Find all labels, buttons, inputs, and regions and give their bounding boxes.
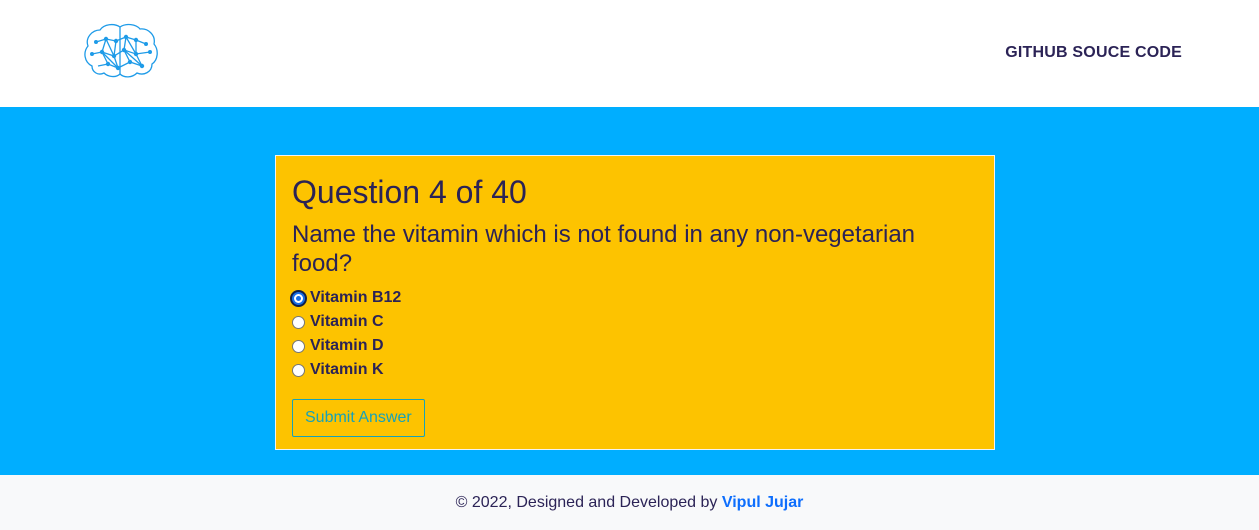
option-label: Vitamin B12 (310, 289, 402, 306)
site-header: GITHUB SOUCE CODE (0, 0, 1259, 107)
github-source-code-link[interactable]: GITHUB SOUCE CODE (1005, 44, 1182, 62)
submit-answer-button[interactable]: Submit Answer (292, 399, 425, 437)
quiz-card: Question 4 of 40 Name the vitamin which … (275, 155, 995, 450)
option-vitamin-d[interactable]: Vitamin D (292, 334, 978, 358)
answer-options: Vitamin B12 Vitamin C Vitamin D Vitamin … (292, 286, 978, 382)
option-vitamin-b12[interactable]: Vitamin B12 (292, 286, 978, 310)
option-label: Vitamin K (310, 361, 384, 378)
radio-button-selected[interactable] (292, 291, 305, 305)
question-counter: Question 4 of 40 (292, 174, 527, 210)
copyright-text: © 2022, Designed and Developed by (455, 494, 718, 511)
site-footer: © 2022, Designed and Developed by Vipul … (0, 475, 1259, 530)
option-label: Vitamin D (310, 337, 384, 354)
option-vitamin-c[interactable]: Vitamin C (292, 310, 978, 334)
author-link[interactable]: Vipul Jujar (722, 494, 804, 511)
question-text: Name the vitamin which is not found in a… (292, 221, 916, 277)
brain-network-icon[interactable] (82, 22, 160, 80)
radio-button[interactable] (292, 315, 305, 329)
main-section: Question 4 of 40 Name the vitamin which … (0, 107, 1259, 475)
radio-button[interactable] (292, 363, 305, 377)
option-label: Vitamin C (310, 313, 384, 330)
radio-button[interactable] (292, 339, 305, 353)
option-vitamin-k[interactable]: Vitamin K (292, 358, 978, 382)
